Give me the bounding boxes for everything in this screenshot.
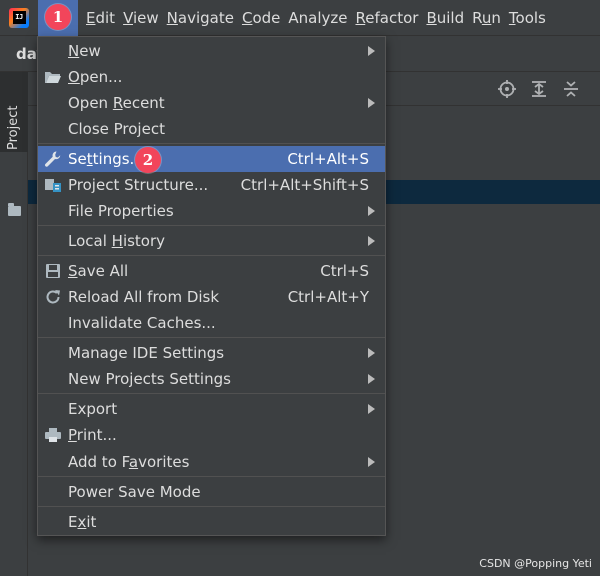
menu-item-close-project[interactable]: Close Project: [38, 116, 385, 142]
menu-item-new-projects-settings[interactable]: New Projects Settings: [38, 366, 385, 392]
collapse-all-icon[interactable]: [561, 79, 581, 99]
menu-separator: [38, 225, 385, 226]
menu-edit[interactable]: Edit: [82, 0, 119, 36]
menu-view[interactable]: View: [119, 0, 163, 36]
menu-separator: [38, 393, 385, 394]
locate-icon[interactable]: [497, 79, 517, 99]
submenu-arrow-icon: [368, 98, 375, 108]
menu-item-file-properties[interactable]: File Properties: [38, 198, 385, 224]
folder-icon[interactable]: [8, 203, 21, 216]
menu-build[interactable]: Build: [422, 0, 468, 36]
menu-item-project-structure[interactable]: Project Structure... Ctrl+Alt+Shift+S: [38, 172, 385, 198]
menu-separator: [38, 255, 385, 256]
menu-item-export[interactable]: Export: [38, 396, 385, 422]
menu-item-reload-all[interactable]: Reload All from Disk Ctrl+Alt+Y: [38, 284, 385, 310]
watermark: CSDN @Popping Yeti: [479, 557, 592, 570]
menu-run[interactable]: Run: [468, 0, 505, 36]
step-badge-1: 1: [45, 4, 71, 30]
intellij-logo-icon[interactable]: IJ: [9, 7, 29, 28]
submenu-arrow-icon: [368, 374, 375, 384]
menu-item-save-all[interactable]: Save All Ctrl+S: [38, 258, 385, 284]
print-icon: [44, 427, 62, 443]
submenu-arrow-icon: [368, 404, 375, 414]
file-menu-dropdown: New Open... Open Recent Close Project Se…: [37, 36, 386, 536]
shortcut-label: Ctrl+Alt+S: [287, 150, 369, 168]
menu-item-settings[interactable]: Settings... Ctrl+Alt+S: [38, 146, 385, 172]
menu-item-add-to-favorites[interactable]: Add to Favorites: [38, 449, 385, 475]
menu-analyze[interactable]: Analyze: [284, 0, 351, 36]
menu-navigate[interactable]: Navigate: [163, 0, 238, 36]
folder-open-icon: [44, 69, 62, 85]
menu-separator: [38, 506, 385, 507]
expand-all-icon[interactable]: [529, 79, 549, 99]
menu-refactor[interactable]: Refactor: [352, 0, 423, 36]
menu-item-print[interactable]: Print...: [38, 422, 385, 448]
logo-text: IJ: [12, 11, 26, 24]
menu-bar: IJ Edit View Navigate Code Analyze Refac…: [0, 0, 600, 36]
menu-separator: [38, 476, 385, 477]
shortcut-label: Ctrl+Alt+Y: [287, 288, 369, 306]
submenu-arrow-icon: [368, 457, 375, 467]
project-tool-label[interactable]: Project: [6, 106, 21, 150]
menu-item-open[interactable]: Open...: [38, 64, 385, 90]
menu-item-open-recent[interactable]: Open Recent: [38, 90, 385, 116]
menu-item-manage-ide-settings[interactable]: Manage IDE Settings: [38, 340, 385, 366]
submenu-arrow-icon: [368, 46, 375, 56]
menu-item-local-history[interactable]: Local History: [38, 228, 385, 254]
reload-icon: [44, 289, 62, 305]
menu-tools[interactable]: Tools: [505, 0, 550, 36]
submenu-arrow-icon: [368, 236, 375, 246]
menu-separator: [38, 143, 385, 144]
save-icon: [44, 263, 62, 279]
menu-item-power-save-mode[interactable]: Power Save Mode: [38, 479, 385, 505]
menu-code[interactable]: Code: [238, 0, 284, 36]
shortcut-label: Ctrl+Alt+Shift+S: [240, 176, 369, 194]
submenu-arrow-icon: [368, 206, 375, 216]
menu-item-new[interactable]: New: [38, 38, 385, 64]
menu-item-invalidate-caches[interactable]: Invalidate Caches...: [38, 310, 385, 336]
project-structure-icon: [44, 177, 62, 193]
menu-separator: [38, 337, 385, 338]
shortcut-label: Ctrl+S: [320, 262, 369, 280]
wrench-icon: [44, 151, 62, 167]
left-tool-strip: Project: [0, 72, 28, 576]
submenu-arrow-icon: [368, 348, 375, 358]
step-badge-2: 2: [135, 147, 161, 173]
menu-item-exit[interactable]: Exit: [38, 509, 385, 535]
